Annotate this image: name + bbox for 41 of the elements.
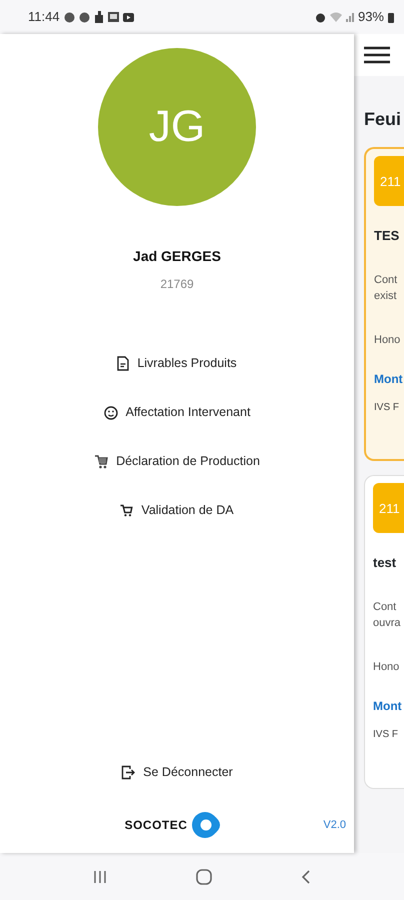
card-text: Cont (373, 600, 398, 614)
cart-icon (120, 504, 134, 517)
card-text: Cont (374, 272, 398, 288)
card-link[interactable]: Mont (373, 696, 404, 714)
card-link[interactable]: Mont (374, 370, 404, 388)
recent-apps-icon[interactable] (92, 870, 107, 884)
back-icon[interactable] (301, 870, 312, 884)
page-title: Feui (364, 108, 402, 131)
wifi-icon (330, 12, 342, 22)
card-title: test (373, 554, 398, 572)
menu-item[interactable]: Validation de DA (120, 486, 234, 535)
menu-item[interactable]: Livrables Produits (117, 339, 237, 388)
battery-level: 93% (358, 8, 384, 26)
menu-icon (364, 46, 390, 64)
menu-item[interactable]: Déclaration de Production (94, 437, 260, 486)
version-label: V2.0 (323, 818, 346, 833)
cart-icon (94, 454, 108, 469)
card-badge: 211 (373, 483, 404, 533)
document-icon (117, 356, 130, 371)
video-icon (122, 12, 134, 22)
status-time: 11:44 (28, 8, 60, 26)
user-name: Jad GERGES (133, 247, 221, 266)
user-id: 21769 (160, 276, 194, 293)
card-text: ouvra (373, 616, 402, 630)
card-footer-text: IVS F (374, 400, 400, 414)
home-icon[interactable] (196, 868, 212, 884)
card-label: Hono (373, 660, 400, 674)
logout-icon (121, 765, 136, 780)
menu-item[interactable]: Affectation Intervenant (104, 388, 250, 437)
card-title: TES (374, 227, 400, 245)
logo-text: SOCOTEC (124, 817, 188, 834)
logout-button[interactable]: Se Déconnecter (121, 748, 233, 797)
card-footer-text: IVS F (373, 728, 400, 742)
image-icon (108, 12, 119, 22)
avatar: JG (98, 48, 256, 206)
card-badge: 211 (374, 156, 404, 206)
smiley-icon (104, 406, 118, 420)
card-label: Hono (374, 332, 402, 348)
battery-icon (388, 12, 394, 22)
signal-icon (346, 12, 354, 22)
card-text: exist (374, 288, 398, 304)
